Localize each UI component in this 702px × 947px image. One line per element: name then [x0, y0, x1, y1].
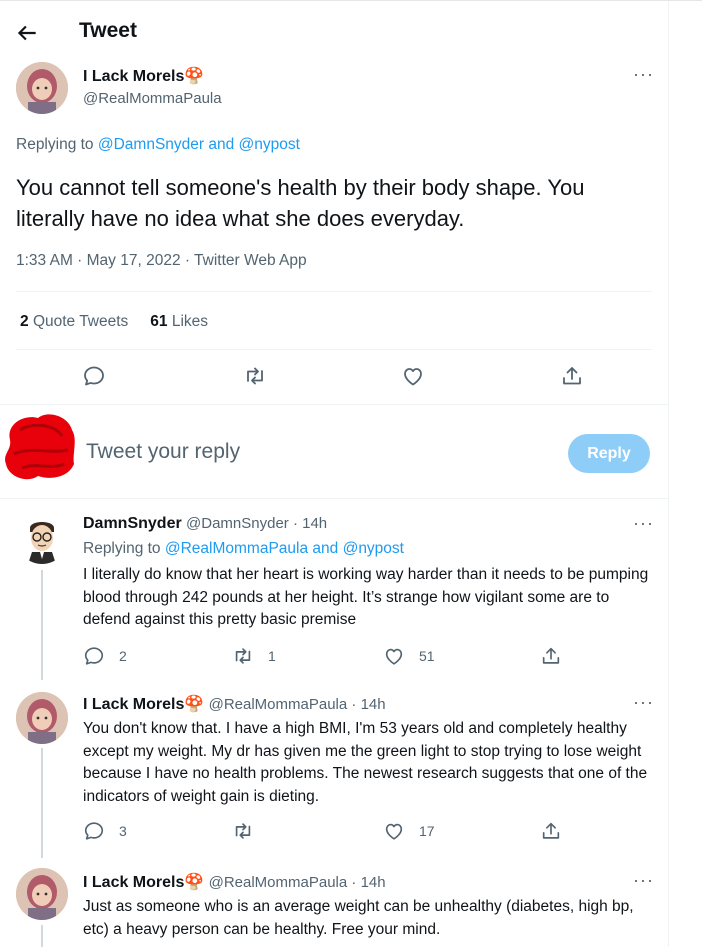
- reply-author-handle[interactable]: @RealMommaPaula: [209, 874, 348, 891]
- reply-time[interactable]: · 14h: [289, 515, 327, 532]
- like-icon[interactable]: 51: [383, 645, 435, 667]
- mention-link[interactable]: @RealMommaPaula: [165, 540, 308, 557]
- reply-text: Just as someone who is an average weight…: [83, 898, 634, 938]
- reply-icon[interactable]: 3: [83, 820, 127, 842]
- divider: [0, 498, 669, 499]
- mention-link[interactable]: @nypost: [239, 136, 300, 153]
- retweet-count: 1: [268, 648, 276, 664]
- thread-line: [41, 925, 43, 947]
- retweet-icon[interactable]: [243, 364, 267, 388]
- replying-and: and: [204, 136, 239, 153]
- reply-author-handle[interactable]: @RealMommaPaula: [209, 696, 348, 713]
- mushroom-emoji: 🍄: [184, 696, 205, 713]
- share-icon[interactable]: [540, 645, 562, 667]
- reply-text: You don't know that. I have a high BMI, …: [83, 720, 648, 805]
- author-handle[interactable]: @RealMommaPaula: [83, 90, 222, 107]
- more-icon[interactable]: ···: [633, 692, 654, 713]
- reply-time[interactable]: · 14h: [347, 874, 385, 891]
- more-icon[interactable]: ···: [633, 870, 654, 891]
- tweet-timestamp[interactable]: 1:33 AM · May 17, 2022 · Twitter Web App: [16, 252, 307, 270]
- replying-prefix: Replying to: [16, 136, 98, 153]
- more-icon[interactable]: ···: [633, 513, 654, 534]
- like-count: 51: [419, 648, 435, 664]
- thread-line: [41, 570, 43, 680]
- like-icon[interactable]: 17: [383, 820, 435, 842]
- reply-author-name[interactable]: I Lack Morels🍄: [83, 874, 204, 891]
- divider: [16, 291, 652, 292]
- page-header: Tweet: [0, 8, 669, 56]
- more-icon[interactable]: ···: [633, 64, 654, 85]
- reply-icon[interactable]: 2: [83, 645, 127, 667]
- replying-to: Replying to @DamnSnyder and @nypost: [16, 136, 300, 154]
- engagement-stats: 2 Quote Tweets 61 Likes: [20, 313, 208, 331]
- reply-header: I Lack Morels🍄 @RealMommaPaula · 14h: [83, 694, 386, 714]
- like-count: 61: [150, 313, 168, 330]
- reply-input[interactable]: Tweet your reply: [86, 440, 240, 464]
- reply-icon[interactable]: [82, 364, 106, 388]
- avatar[interactable]: [16, 868, 68, 920]
- avatar[interactable]: [16, 692, 68, 744]
- redacted-avatar: [2, 410, 76, 484]
- share-icon[interactable]: [560, 364, 584, 388]
- like-count: 17: [419, 823, 435, 839]
- avatar[interactable]: [16, 62, 68, 114]
- mention-link[interactable]: @nypost: [343, 540, 404, 557]
- reply-text: I literally do know that her heart is wo…: [83, 566, 649, 628]
- like-icon[interactable]: [401, 364, 425, 388]
- retweet-icon[interactable]: 1: [232, 645, 276, 667]
- top-edge: [0, 0, 702, 4]
- mention-link[interactable]: @DamnSnyder: [98, 136, 204, 153]
- divider: [0, 404, 669, 405]
- reply-count: 3: [119, 823, 127, 839]
- divider: [16, 349, 652, 350]
- reply-author-name[interactable]: DamnSnyder: [83, 515, 182, 532]
- replying-to: Replying to @RealMommaPaula and @nypost: [83, 540, 404, 558]
- thread-line: [41, 748, 43, 858]
- replying-prefix: Replying to: [83, 540, 165, 557]
- reply-display-name: I Lack Morels: [83, 874, 185, 891]
- author-name[interactable]: I Lack Morels🍄: [83, 66, 204, 86]
- reply-button[interactable]: Reply: [568, 434, 650, 473]
- reply-header: DamnSnyder @DamnSnyder · 14h: [83, 515, 327, 533]
- mushroom-emoji: 🍄: [184, 874, 205, 891]
- reply-count: 2: [119, 648, 127, 664]
- quote-count: 2: [20, 313, 29, 330]
- author-display-name: I Lack Morels: [83, 68, 185, 85]
- reply-header: I Lack Morels🍄 @RealMommaPaula · 14h: [83, 872, 386, 892]
- retweet-icon[interactable]: [232, 820, 268, 842]
- tweet-text: You cannot tell someone's health by thei…: [16, 175, 585, 231]
- share-icon[interactable]: [540, 820, 562, 842]
- quote-tweets-link[interactable]: 2 Quote Tweets: [20, 313, 128, 331]
- likes-link[interactable]: 61 Likes: [150, 313, 208, 331]
- back-arrow-icon[interactable]: [14, 20, 40, 46]
- mushroom-emoji: 🍄: [184, 68, 205, 85]
- reply-display-name: I Lack Morels: [83, 696, 185, 713]
- avatar[interactable]: [16, 512, 68, 564]
- quote-label: Quote Tweets: [32, 313, 129, 330]
- replying-and: and: [308, 540, 343, 557]
- page-title: Tweet: [79, 19, 137, 42]
- reply-time[interactable]: · 14h: [347, 696, 385, 713]
- reply-author-handle[interactable]: @DamnSnyder: [186, 515, 289, 532]
- reply-author-name[interactable]: I Lack Morels🍄: [83, 696, 204, 713]
- tweet-actions: [0, 364, 669, 392]
- like-label: Likes: [171, 313, 209, 330]
